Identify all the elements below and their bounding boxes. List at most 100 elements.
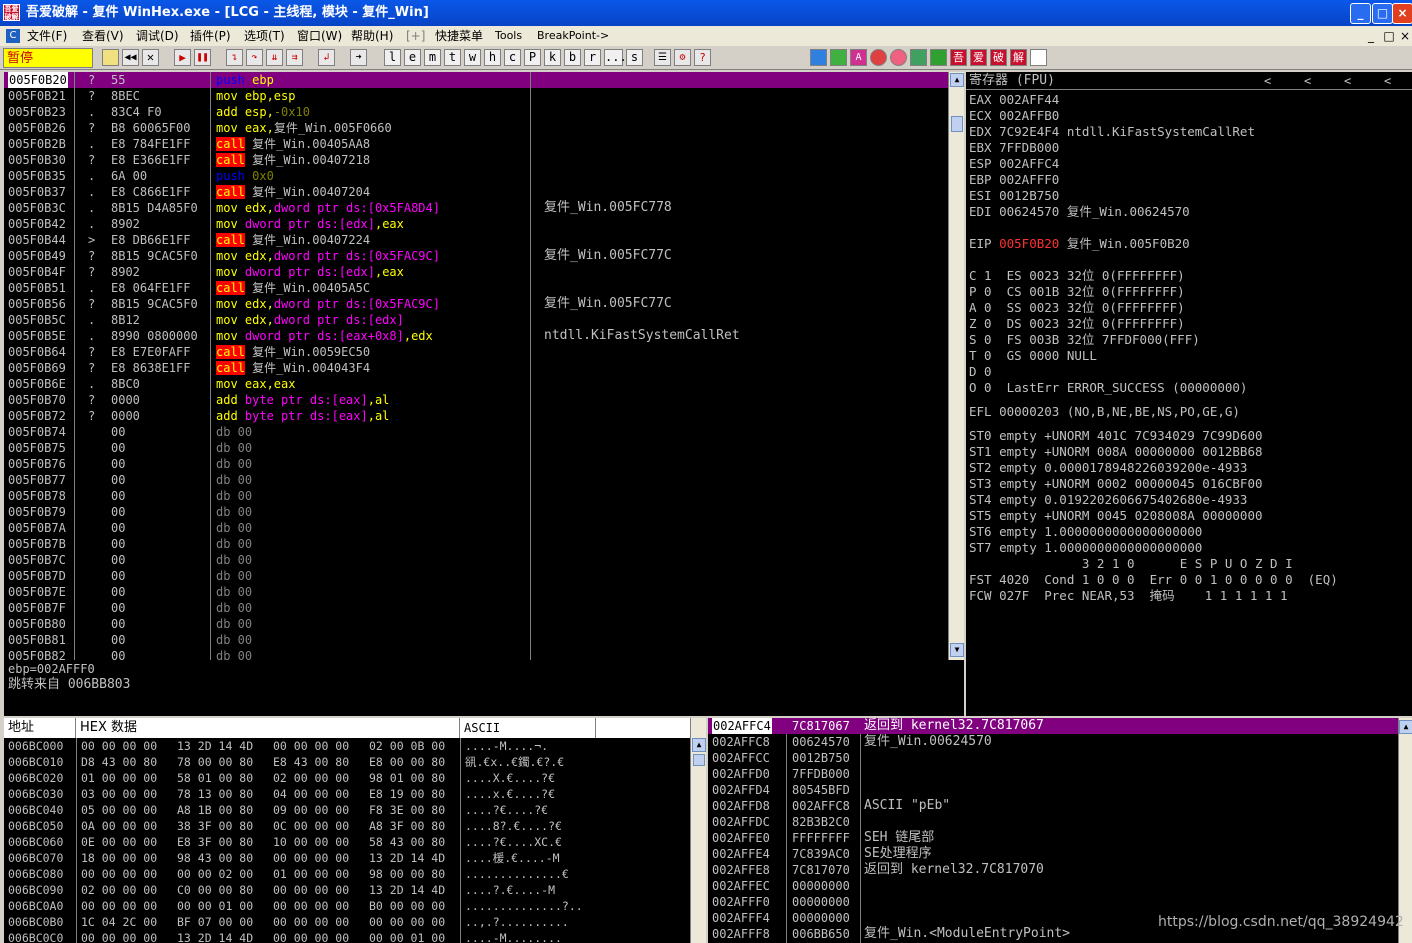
mdi-close-button[interactable]: × — [1398, 26, 1412, 46]
disasm-row[interactable]: 005F0B70? 0000 add byte ptr ds:[eax],al — [4, 392, 948, 408]
toolbar-letter-button[interactable]: s — [626, 49, 643, 66]
close-button[interactable]: × — [1392, 3, 1412, 24]
reg-nav-2-icon[interactable]: < — [1304, 73, 1311, 89]
disasm-row[interactable]: 005F0B49? 8B15 9CAC5F0 mov edx,dword ptr d… — [4, 248, 948, 264]
wuai-button-4[interactable]: 解 — [1010, 49, 1027, 66]
terminate-icon[interactable]: ✕ — [142, 49, 159, 66]
toolbar-letter-button[interactable]: r — [584, 49, 601, 66]
disassembly-scrollbar[interactable]: ▲ ▼ — [948, 72, 964, 660]
menu-plugins[interactable]: 插件(P) — [190, 26, 231, 46]
plugin-target-icon[interactable] — [890, 49, 907, 66]
disasm-row[interactable]: 005F0B72? 0000 add byte ptr ds:[eax],al — [4, 408, 948, 424]
stack-row[interactable]: 002AFFEC 00000000 — [708, 878, 1398, 894]
step-over-icon[interactable]: ↷ — [246, 49, 263, 66]
reg-nav-1-icon[interactable]: < — [1264, 73, 1271, 89]
maximize-button[interactable]: □ — [1372, 3, 1393, 24]
toolbar-letter-button[interactable]: k — [544, 49, 561, 66]
toolbar-letter-button[interactable]: ... — [604, 49, 627, 66]
disasm-row[interactable]: 005F0B21? 8BEC mov ebp,esp — [4, 88, 948, 104]
stack-row[interactable]: 002AFFC4 7C817067 返回到 kernel32.7C817067 — [708, 718, 1398, 734]
dump-row[interactable]: 006BC000 00 00 00 00 13 2D 14 4D 00 00 00 0… — [4, 738, 690, 754]
mdi-minimize-button[interactable]: _ — [1364, 26, 1378, 46]
blank-button[interactable] — [1030, 49, 1047, 66]
disasm-row[interactable]: 005F0B3C. 8B15 D4A85F0 mov edx,dword ptr d… — [4, 200, 948, 216]
dump-row[interactable]: 006BC020 01 00 00 00 58 01 00 80 02 00 00 0… — [4, 770, 690, 786]
disasm-row[interactable]: 005F0B6E. 8BC0 mov eax,eax — [4, 376, 948, 392]
restart-icon[interactable]: ◀◀ — [122, 49, 139, 66]
scroll-up-icon[interactable]: ▲ — [950, 73, 964, 87]
wuai-button-2[interactable]: 爱 — [970, 49, 987, 66]
disasm-row[interactable]: 005F0B7B 00 db 00 — [4, 536, 948, 552]
menu-expand[interactable]: [+] — [406, 26, 425, 46]
disasm-row[interactable]: 005F0B51. E8 064FE1FF call 复件_Win.00405A5C — [4, 280, 948, 296]
registers-pane[interactable]: 寄存器 (FPU) < < < < EAX 002AFF44 ECX 002AFF… — [966, 72, 1412, 716]
disasm-row[interactable]: 005F0B78 00 db 00 — [4, 488, 948, 504]
open-icon[interactable] — [102, 49, 119, 66]
disasm-row[interactable]: 005F0B64? E8 E7E0FAFF call 复件_Win.0059EC50 — [4, 344, 948, 360]
toolbar-letter-button[interactable]: b — [564, 49, 581, 66]
stack-row[interactable]: 002AFFD8 002AFFC8 ASCII "pEb" — [708, 798, 1398, 814]
stack-row[interactable]: 002AFFC8 00624570 复件_Win.00624570 — [708, 734, 1398, 750]
disasm-row[interactable]: 005F0B5E. 8990 0800000 mov dword ptr ds:[e… — [4, 328, 948, 344]
toolbar-letter-button[interactable]: l — [384, 49, 401, 66]
stack-scroll-up-icon[interactable]: ▲ — [1399, 720, 1412, 734]
scroll-down-icon[interactable]: ▼ — [950, 643, 964, 657]
dump-row[interactable]: 006BC080 00 00 00 00 00 00 02 00 01 00 00 0… — [4, 866, 690, 882]
disasm-row[interactable]: 005F0B7D 00 db 00 — [4, 568, 948, 584]
disasm-row[interactable]: 005F0B79 00 db 00 — [4, 504, 948, 520]
help-icon[interactable]: ? — [694, 49, 711, 66]
menu-help[interactable]: 帮助(H) — [351, 26, 393, 46]
toolbar-letter-button[interactable]: m — [424, 49, 441, 66]
disasm-row[interactable]: 005F0B35. 6A 00 push 0x0 — [4, 168, 948, 184]
list-icon[interactable]: ☰ — [654, 49, 671, 66]
plugin-green-icon[interactable] — [830, 49, 847, 66]
pause-icon[interactable]: ❚❚ — [194, 49, 211, 66]
plugin-chart-icon[interactable] — [910, 49, 927, 66]
stack-row[interactable]: 002AFFF0 00000000 — [708, 894, 1398, 910]
menu-window[interactable]: 窗口(W) — [297, 26, 342, 46]
dump-header-address[interactable]: 地址 — [4, 718, 76, 738]
disasm-row[interactable]: 005F0B20? 55 push ebp — [4, 72, 948, 88]
stack-row[interactable]: 002AFFD4 80545BFD — [708, 782, 1398, 798]
disasm-row[interactable]: 005F0B42. 8902 mov dword ptr ds:[edx],eax — [4, 216, 948, 232]
plugin-grid-icon[interactable] — [930, 49, 947, 66]
dump-row[interactable]: 006BC040 05 00 00 00 A8 1B 00 80 09 00 00 0… — [4, 802, 690, 818]
dump-scroll-thumb[interactable] — [693, 754, 705, 766]
dump-row[interactable]: 006BC070 18 00 00 00 98 43 00 80 00 00 00 0… — [4, 850, 690, 866]
dump-scrollbar[interactable]: ▲ — [690, 718, 706, 943]
execute-till-return-icon[interactable]: ↲ — [318, 49, 335, 66]
trace-into-icon[interactable]: ⇊ — [266, 49, 283, 66]
reg-nav-4-icon[interactable]: < — [1384, 73, 1391, 89]
dump-pane[interactable]: 地址 HEX 数据 ASCII 006BC000 00 00 00 00 13 2D… — [4, 718, 690, 943]
menu-tools[interactable]: Tools — [495, 26, 522, 46]
toolbar-letter-button[interactable]: h — [484, 49, 501, 66]
scroll-thumb[interactable] — [951, 116, 963, 132]
trace-over-icon[interactable]: ⇉ — [286, 49, 303, 66]
stack-row[interactable]: 002AFFD0 7FFDB000 — [708, 766, 1398, 782]
wuai-button-1[interactable]: 吾 — [950, 49, 967, 66]
disasm-row[interactable]: 005F0B76 00 db 00 — [4, 456, 948, 472]
run-icon[interactable]: ▶ — [174, 49, 191, 66]
menu-file[interactable]: 文件(F) — [27, 26, 67, 46]
stack-row[interactable]: 002AFFDC 82B3B2C0 — [708, 814, 1398, 830]
dump-scroll-up-icon[interactable]: ▲ — [692, 738, 706, 752]
disasm-row[interactable]: 005F0B80 00 db 00 — [4, 616, 948, 632]
disasm-row[interactable]: 005F0B56? 8B15 9CAC5F0 mov edx,dword ptr d… — [4, 296, 948, 312]
toolbar-letter-button[interactable]: P — [524, 49, 541, 66]
wuai-button-3[interactable]: 破 — [990, 49, 1007, 66]
menu-breakpoint[interactable]: BreakPoint-> — [537, 26, 609, 46]
menu-shortcuts[interactable]: 快捷菜单 — [435, 26, 483, 46]
toolbar-letter-button[interactable]: w — [464, 49, 481, 66]
disasm-row[interactable]: 005F0B69? E8 8638E1FF call 复件_Win.004043F4 — [4, 360, 948, 376]
menu-view[interactable]: 查看(V) — [82, 26, 124, 46]
dump-row[interactable]: 006BC050 0A 00 00 00 38 3F 00 80 0C 00 00 0… — [4, 818, 690, 834]
options-icon[interactable]: ⚙ — [674, 49, 691, 66]
toolbar-letter-button[interactable]: c — [504, 49, 521, 66]
dump-row[interactable]: 006BC010 D8 43 00 80 78 00 00 80 E8 43 00 8… — [4, 754, 690, 770]
disasm-row[interactable]: 005F0B75 00 db 00 — [4, 440, 948, 456]
dump-row[interactable]: 006BC030 03 00 00 00 78 13 00 80 04 00 00 0… — [4, 786, 690, 802]
dump-row[interactable]: 006BC0B0 1C 04 2C 00 BF 07 00 00 00 00 00 0… — [4, 914, 690, 930]
disasm-row[interactable]: 005F0B7C 00 db 00 — [4, 552, 948, 568]
disasm-row[interactable]: 005F0B30? E8 E366E1FF call 复件_Win.00407218 — [4, 152, 948, 168]
app-menu-icon[interactable]: C — [6, 29, 20, 43]
